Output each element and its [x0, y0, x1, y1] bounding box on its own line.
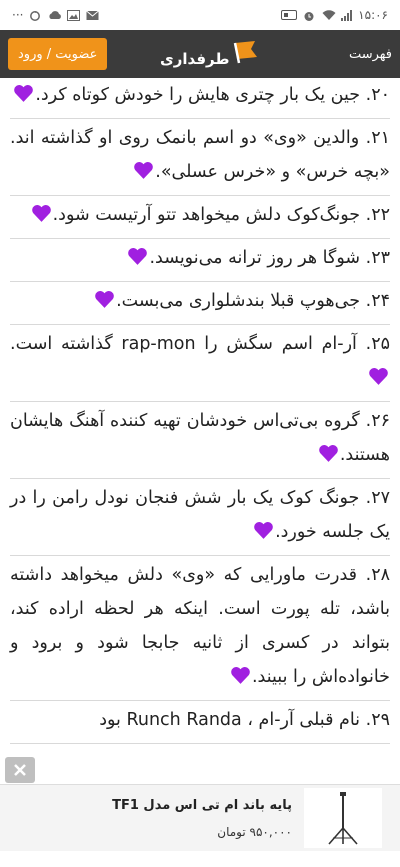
list-item: ۲۱. والدین «وی» دو اسم بانمک روی او گذاش… — [10, 119, 390, 196]
item-text: ۲۹. نام قبلی آر-ام ، Runch Randa بود — [99, 710, 390, 730]
ad-close-button[interactable] — [5, 757, 35, 783]
menu-button[interactable]: فهرست — [349, 47, 392, 62]
login-register-button[interactable]: عضویت / ورود — [8, 38, 108, 70]
tripod-stand-icon — [328, 792, 358, 845]
purple-heart-icon — [369, 367, 388, 385]
ad-price: ۹۵۰,۰۰۰ تومان — [217, 824, 292, 839]
item-text: ۲۱. والدین «وی» دو اسم بانمک روی او گذاش… — [10, 128, 390, 182]
purple-heart-icon — [231, 666, 250, 684]
status-bar: ··· ۱۵:۰۶ — [0, 0, 400, 30]
list-item: ۲۹. نام قبلی آر-ام ، Runch Randa بود — [10, 701, 390, 744]
purple-heart-icon — [134, 161, 154, 179]
status-icons: ··· — [12, 8, 100, 22]
site-header: عضویت / ورود طرفداری فهرست — [0, 30, 400, 78]
list-item: ۲۵. آر-ام اسم سگش را rap-mon گذاشته است. — [10, 325, 390, 402]
purple-heart-icon — [95, 290, 114, 308]
list-item: ۲۲. جونگ‌کوک دلش میخواهد تتو آرتیست شود. — [10, 196, 390, 239]
alarm-icon — [303, 10, 316, 21]
site-logo[interactable]: طرفداری — [160, 36, 259, 68]
ad-title: پایه باند ام تی اس مدل TF1 — [112, 797, 292, 813]
speaker-stand-image — [304, 788, 382, 848]
signal-icon — [341, 9, 353, 21]
item-text: ۲۷. جونگ کوک یک بار شش فنجان نودل رامن ر… — [10, 488, 390, 542]
ad-banner[interactable]: پایه باند ام تی اس مدل TF1 ۹۵۰,۰۰۰ تومان — [0, 784, 400, 851]
item-text: ۲۴. جی‌هوپ قبلا بندشلواری می‌بست. — [116, 291, 390, 311]
wifi-icon — [322, 9, 336, 21]
purple-heart-icon — [319, 444, 338, 462]
purple-heart-icon — [254, 521, 273, 539]
item-text: ۲۳. شوگا هر روز ترانه می‌نویسد. — [149, 248, 390, 268]
item-text: ۲۸. قدرت ماورایی که «وی» دلش میخواهد داش… — [10, 565, 390, 687]
clock-time: ۱۵:۰۶ — [358, 8, 388, 22]
close-icon — [14, 764, 26, 776]
ad-text: پایه باند ام تی اس مدل TF1 ۹۵۰,۰۰۰ تومان — [112, 798, 292, 839]
list-item: ۲۴. جی‌هوپ قبلا بندشلواری می‌بست. — [10, 282, 390, 325]
bottom-strip — [0, 851, 400, 867]
item-text: ۲۲. جونگ‌کوک دلش میخواهد تتو آرتیست شود. — [52, 205, 390, 225]
list-item: ۲۸. قدرت ماورایی که «وی» دلش میخواهد داش… — [10, 556, 390, 701]
list-item: ۲۷. جونگ کوک یک بار شش فنجان نودل رامن ر… — [10, 479, 390, 556]
item-text: ۲۰. جین یک بار چتری هایش را خودش کوتاه ک… — [35, 85, 390, 105]
article-content: ۲۰. جین یک بار چتری هایش را خودش کوتاه ک… — [0, 78, 400, 778]
sync-icon — [29, 10, 42, 21]
logo-text: طرفداری — [160, 50, 230, 68]
more-indicator: ··· — [12, 8, 24, 22]
purple-heart-icon — [31, 204, 51, 222]
item-text: ۲۵. آر-ام اسم سگش را rap-mon گذاشته است. — [10, 334, 390, 354]
list-item: ۲۳. شوگا هر روز ترانه می‌نویسد. — [10, 239, 390, 282]
mail-icon — [86, 10, 100, 21]
image-icon — [67, 9, 81, 21]
cloud-icon — [48, 10, 62, 21]
list-item: ۲۶. گروه بی‌تی‌اس خودشان تهیه کننده آهنگ… — [10, 402, 390, 479]
purple-heart-icon — [14, 84, 34, 102]
flag-logo-icon — [234, 41, 258, 64]
list-item: ۲۰. جین یک بار چتری هایش را خودش کوتاه ک… — [10, 78, 390, 119]
status-right: ۱۵:۰۶ — [281, 8, 388, 22]
battery-icon — [281, 10, 298, 20]
purple-heart-icon — [128, 247, 148, 265]
